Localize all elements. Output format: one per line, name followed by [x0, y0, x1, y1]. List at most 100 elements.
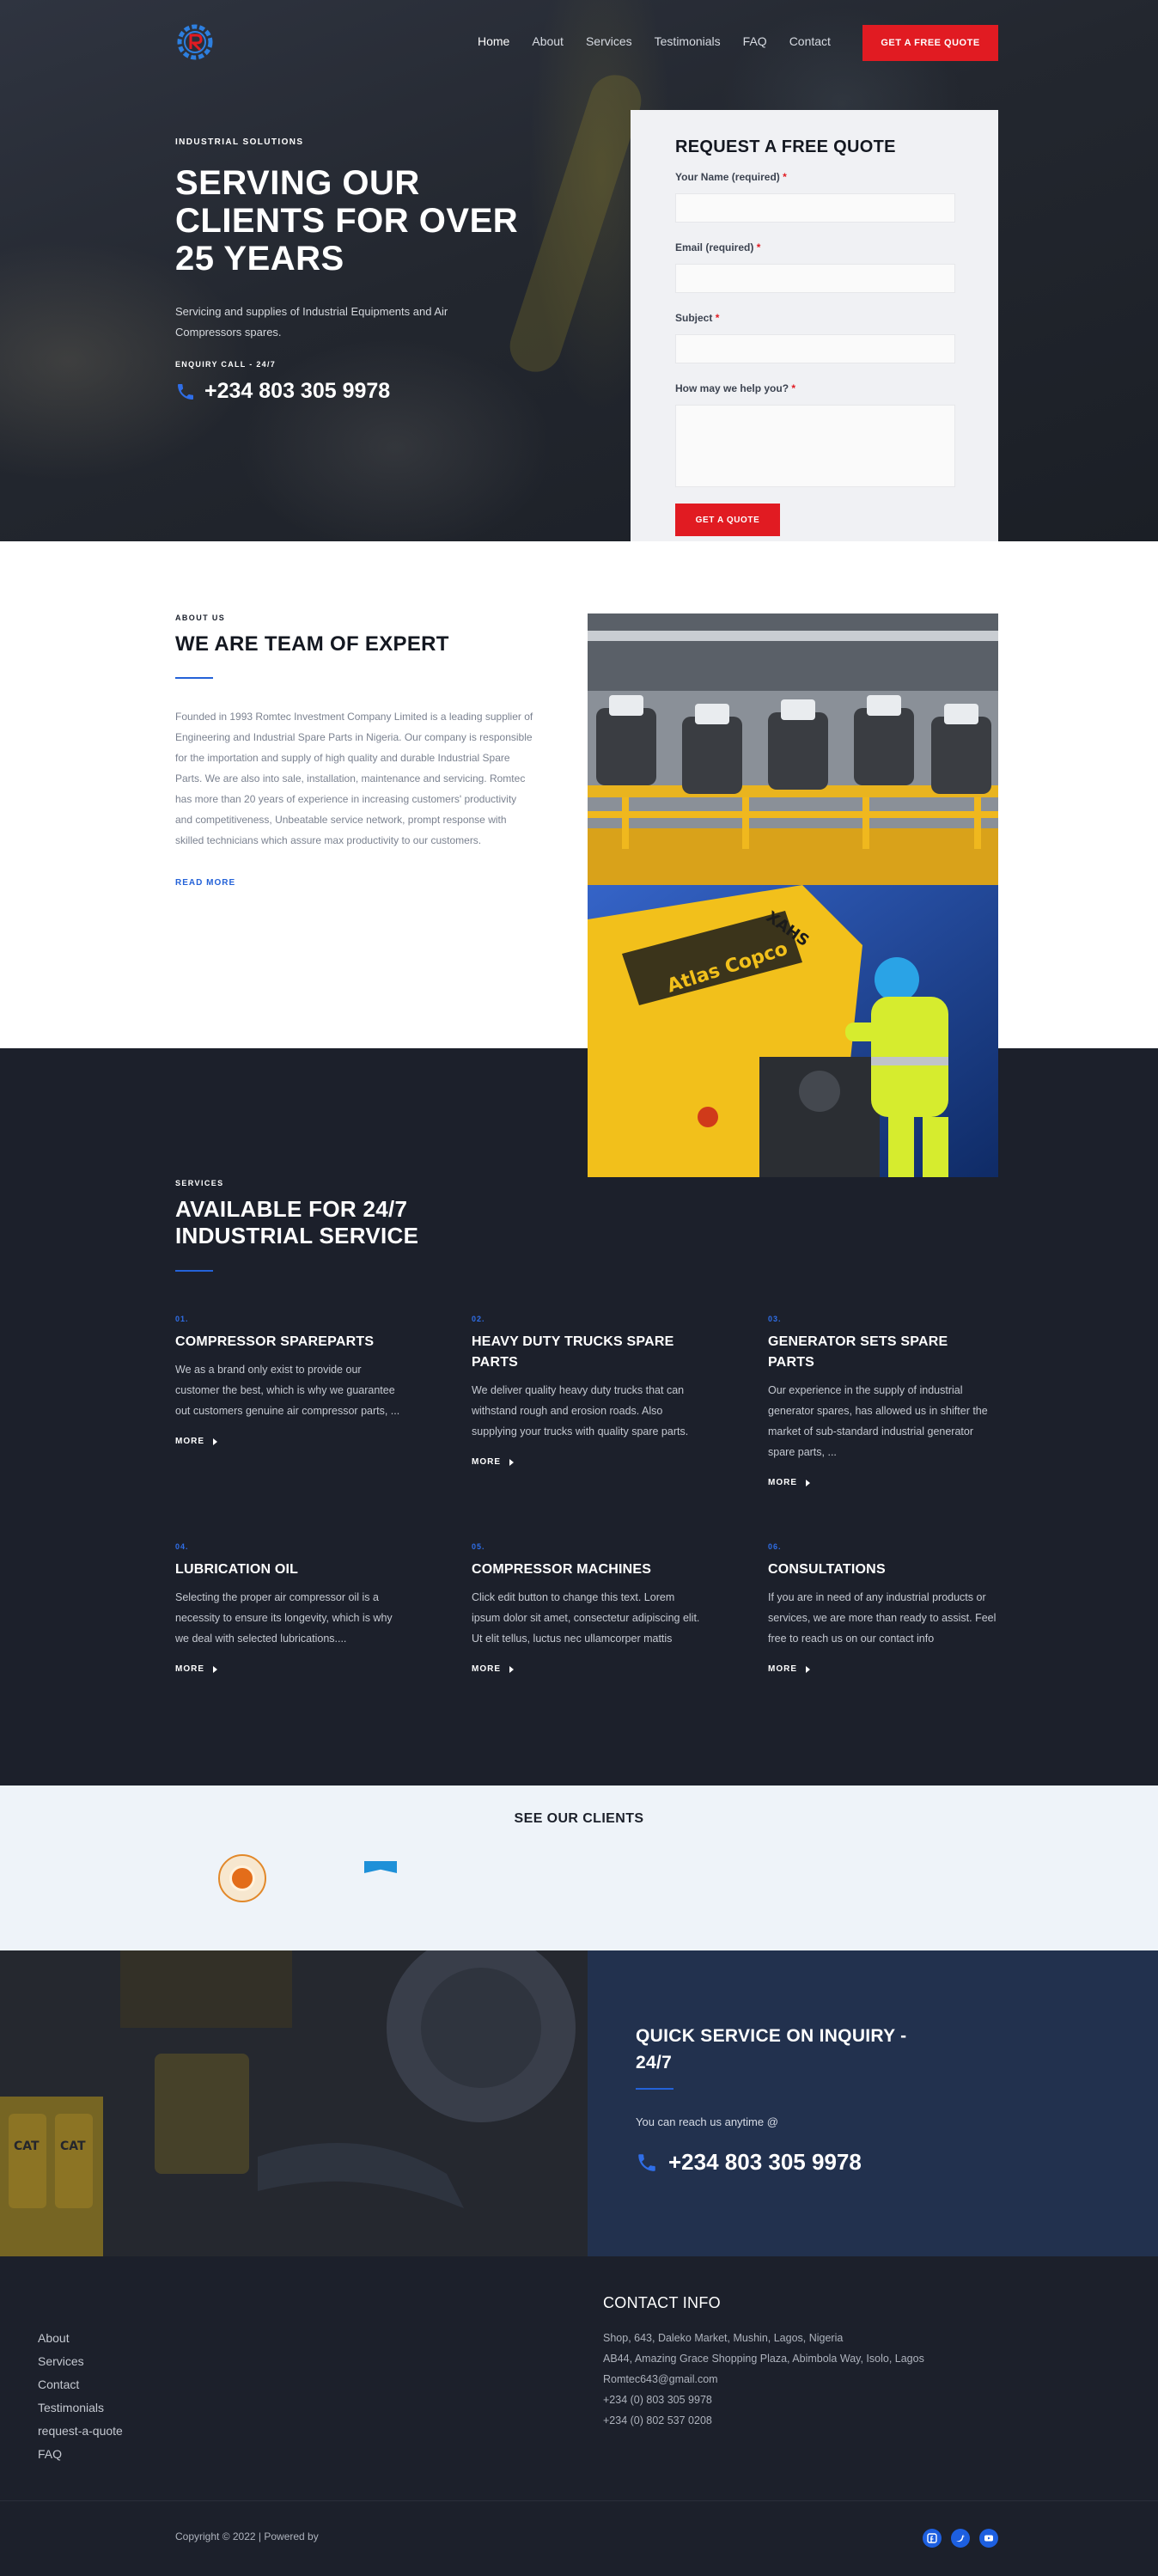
service-text: We deliver quality heavy duty trucks tha…: [472, 1384, 689, 1438]
subject-field[interactable]: [675, 334, 955, 363]
service-title: CONSULTATIONS: [768, 1562, 886, 1577]
caret-right-icon: [213, 1438, 217, 1445]
caret-right-icon: [806, 1665, 810, 1673]
nav-faq[interactable]: FAQ: [743, 34, 767, 48]
logo-icon[interactable]: [175, 22, 215, 62]
service-more-link[interactable]: MORE: [768, 1478, 998, 1487]
name-field[interactable]: [675, 193, 955, 223]
read-more-link[interactable]: READ MORE: [175, 878, 235, 888]
footer-link-request-a-quote[interactable]: request-a-quote: [38, 2420, 123, 2443]
nav-testimonials[interactable]: Testimonials: [655, 34, 721, 48]
hero-description: Servicing and supplies of Industrial Equ…: [175, 305, 448, 339]
contact-address-1: Shop, 643, Daleko Market, Mushin, Lagos,…: [603, 2332, 844, 2344]
service-text: We as a brand only exist to provide our …: [175, 1364, 400, 1417]
caret-right-icon: [509, 1665, 514, 1673]
service-card: 06. CONSULTATIONS If you are in need of …: [768, 1542, 998, 1674]
get-free-quote-button[interactable]: GET A FREE QUOTE: [862, 25, 998, 61]
nav-contact[interactable]: Contact: [789, 34, 831, 48]
nav-about[interactable]: About: [532, 34, 564, 48]
email-label: Email (required) *: [675, 241, 761, 253]
hero-content: INDUSTRIAL SOLUTIONS SERVING OUR CLIENTS…: [175, 137, 553, 404]
email-field[interactable]: [675, 264, 955, 293]
about-title: WE ARE TEAM OF EXPERT: [175, 632, 449, 656]
about-body: Founded in 1993 Romtec Investment Compan…: [175, 711, 533, 846]
contact-address-2: AB44, Amazing Grace Shopping Plaza, Abim…: [603, 2353, 924, 2365]
phone-icon: [638, 2153, 655, 2171]
footer-bottom-bar: Copyright © 2022 | Powered by: [0, 2500, 1158, 2576]
service-title: HEAVY DUTY TRUCKS SPARE PARTS: [472, 1334, 674, 1370]
service-text: Click edit button to change this text. L…: [472, 1591, 700, 1645]
services-heading: SERVICES AVAILABLE FOR 24/7 INDUSTRIAL S…: [175, 1179, 450, 1272]
contact-phone-1[interactable]: +234 (0) 803 305 9978: [603, 2390, 924, 2410]
services-title: AVAILABLE FOR 24/7 INDUSTRIAL SERVICE: [175, 1196, 419, 1248]
service-number: 03.: [768, 1315, 782, 1323]
footer-link-contact[interactable]: Contact: [38, 2373, 123, 2396]
get-a-quote-button[interactable]: GET A QUOTE: [675, 504, 780, 536]
caret-right-icon: [213, 1665, 217, 1673]
service-number: 05.: [472, 1542, 485, 1551]
service-card: 02. HEAVY DUTY TRUCKS SPARE PARTS We del…: [472, 1315, 702, 1467]
copyright-text: Copyright © 2022 | Powered by: [175, 2530, 319, 2542]
inquiry-title-underline: [636, 2088, 673, 2090]
quote-form: REQUEST A FREE QUOTE Your Name (required…: [631, 110, 998, 541]
service-text: If you are in need of any industrial pro…: [768, 1591, 996, 1645]
footer-link-faq[interactable]: FAQ: [38, 2443, 123, 2466]
inquiry-section: CAT CAT QUICK SERVICE ON INQUIRY - 24/7 …: [0, 1950, 1158, 2256]
service-title: GENERATOR SETS SPARE PARTS: [768, 1334, 948, 1370]
service-more-link[interactable]: MORE: [175, 1664, 405, 1674]
nav-services[interactable]: Services: [586, 34, 632, 48]
service-title: COMPRESSOR SPAREPARTS: [175, 1334, 375, 1349]
atlas-copco-worker-image: Atlas Copco XAHS: [588, 885, 998, 1177]
service-number: 01.: [175, 1315, 189, 1323]
service-number: 04.: [175, 1542, 189, 1551]
service-card: 01. COMPRESSOR SPAREPARTS We as a brand …: [175, 1315, 405, 1446]
footer-link-about[interactable]: About: [38, 2327, 123, 2350]
contact-info-title: CONTACT INFO: [603, 2294, 721, 2311]
client-logo-ribbon: [364, 1861, 397, 1873]
hero-phone[interactable]: +234 803 305 9978: [175, 379, 553, 404]
name-label: Your Name (required) *: [675, 171, 787, 183]
service-title: COMPRESSOR MACHINES: [472, 1562, 652, 1577]
cat-engine-image: CAT CAT: [0, 1950, 588, 2256]
twitter-icon[interactable]: [951, 2529, 970, 2548]
service-number: 02.: [472, 1315, 485, 1323]
enquiry-label: ENQUIRY CALL - 24/7: [175, 360, 277, 369]
services-eyebrow: SERVICES: [175, 1179, 224, 1187]
contact-info: CONTACT INFO Shop, 643, Daleko Market, M…: [603, 2294, 924, 2431]
inquiry-phone[interactable]: +234 803 305 9978: [636, 2149, 945, 2176]
service-more-link[interactable]: MORE: [175, 1437, 405, 1446]
hero-title: SERVING OUR CLIENTS FOR OVER 25 YEARS: [175, 164, 519, 278]
footer-link-services[interactable]: Services: [38, 2350, 123, 2373]
social-links: [923, 2529, 998, 2548]
service-more-link[interactable]: MORE: [472, 1664, 702, 1674]
service-title: LUBRICATION OIL: [175, 1562, 299, 1577]
footer-link-testimonials[interactable]: Testimonials: [38, 2396, 123, 2420]
service-card: 04. LUBRICATION OIL Selecting the proper…: [175, 1542, 405, 1674]
message-label: How may we help you? *: [675, 382, 796, 394]
service-more-link[interactable]: MORE: [768, 1664, 998, 1674]
service-more-link[interactable]: MORE: [472, 1457, 702, 1467]
footer-links: About Services Contact Testimonials requ…: [38, 2327, 123, 2466]
compressor-factory-image: [588, 613, 998, 885]
contact-email[interactable]: Romtec643@gmail.com: [603, 2369, 924, 2390]
service-text: Our experience in the supply of industri…: [768, 1384, 988, 1458]
nav-home[interactable]: Home: [478, 34, 509, 48]
inquiry-title: QUICK SERVICE ON INQUIRY - 24/7: [636, 2026, 907, 2072]
hero-section: Home About Services Testimonials FAQ Con…: [0, 0, 1158, 541]
caret-right-icon: [806, 1479, 810, 1486]
quote-form-title: REQUEST A FREE QUOTE: [675, 137, 896, 156]
clients-title: SEE OUR CLIENTS: [514, 1811, 644, 1826]
inquiry-content: QUICK SERVICE ON INQUIRY - 24/7 You can …: [636, 2023, 945, 2176]
services-title-underline: [175, 1270, 213, 1272]
about-content: ABOUT US WE ARE TEAM OF EXPERT Founded i…: [175, 613, 536, 889]
hero-eyebrow: INDUSTRIAL SOLUTIONS: [175, 137, 304, 147]
youtube-icon[interactable]: [979, 2529, 998, 2548]
message-field[interactable]: [675, 405, 955, 487]
hero-phone-number: +234 803 305 9978: [204, 379, 391, 403]
facebook-icon[interactable]: [923, 2529, 942, 2548]
about-title-underline: [175, 677, 213, 679]
client-logo-seal: [218, 1854, 266, 1902]
phone-icon: [178, 383, 193, 400]
caret-right-icon: [509, 1458, 514, 1466]
contact-phone-2[interactable]: +234 (0) 802 537 0208: [603, 2410, 924, 2431]
